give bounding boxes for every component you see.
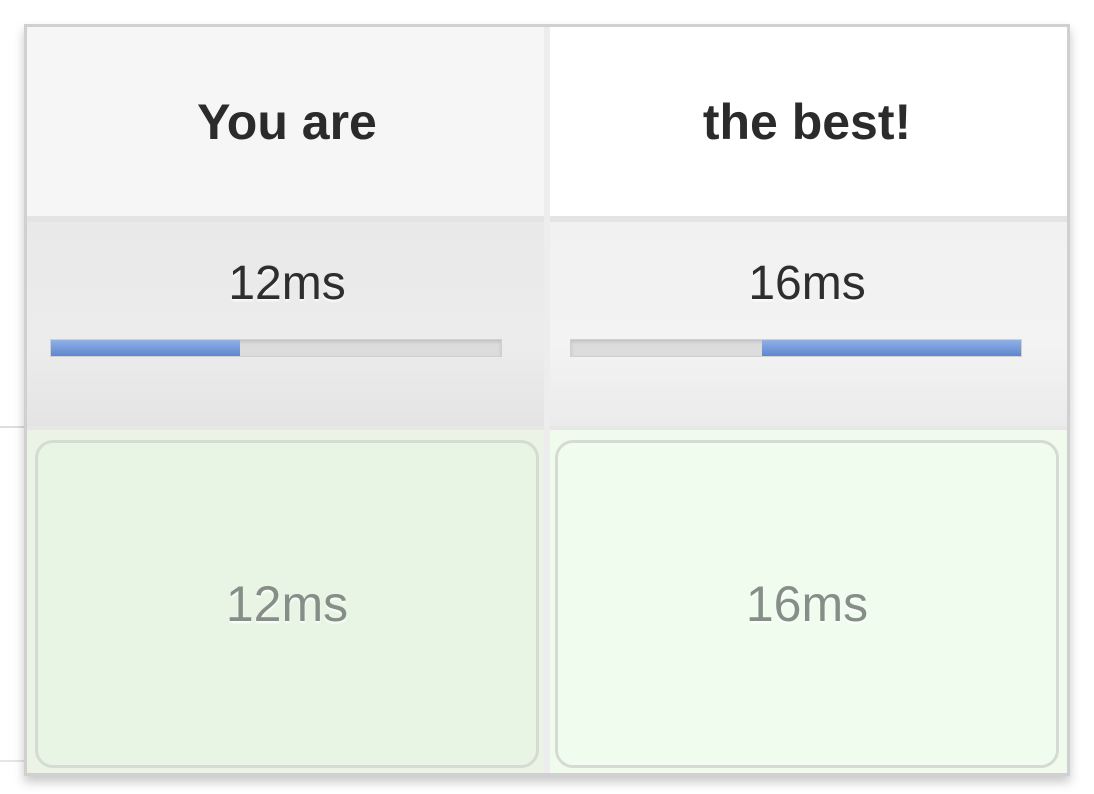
result-value-right: 16ms	[745, 576, 869, 632]
progress-bar-right	[570, 339, 1022, 357]
background-divider-bottom	[0, 760, 24, 762]
result-value-left: 12ms	[225, 576, 349, 632]
result-cell-right: 16ms	[547, 430, 1067, 773]
column-heading-left: You are	[27, 27, 547, 222]
metric-value-left: 12ms	[228, 257, 346, 310]
progress-bar-left	[50, 339, 502, 357]
column-heading-right: the best!	[547, 27, 1067, 222]
page: You are the best! 12ms 16ms 12ms 16ms	[0, 0, 1094, 794]
result-box-right[interactable]: 16ms	[555, 440, 1059, 768]
metric-cell-right: 16ms	[547, 222, 1067, 430]
background-divider	[0, 426, 24, 428]
metric-cell-left: 12ms	[27, 222, 547, 430]
progress-fill-left	[51, 340, 240, 356]
metric-value-right: 16ms	[748, 257, 866, 310]
result-box-left[interactable]: 12ms	[35, 440, 539, 768]
comparison-panel: You are the best! 12ms 16ms 12ms 16ms	[24, 24, 1070, 776]
progress-fill-right	[762, 340, 1021, 356]
result-cell-left: 12ms	[27, 430, 547, 773]
